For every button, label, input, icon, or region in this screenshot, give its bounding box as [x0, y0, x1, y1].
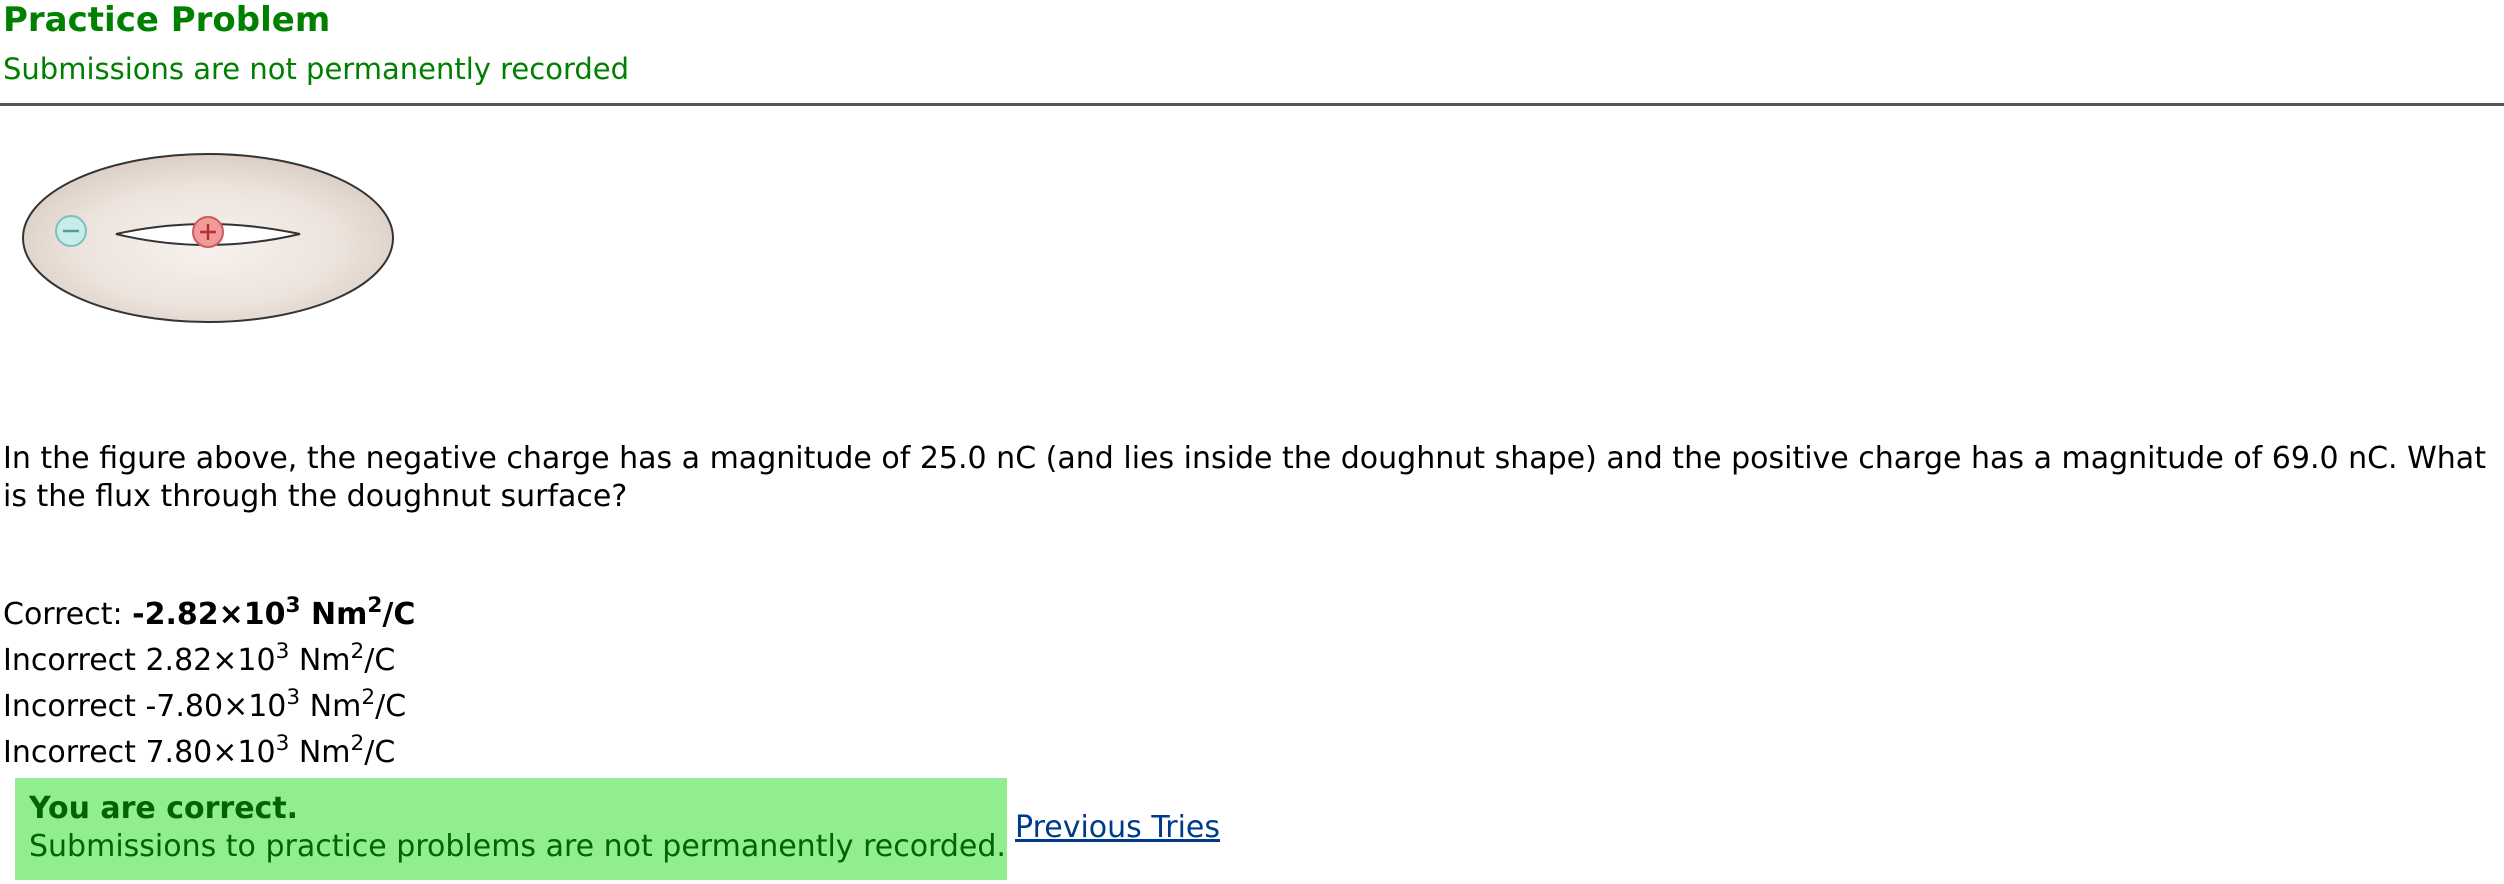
feedback-message: Submissions to practice problems are not…	[29, 829, 1006, 864]
answer-value: 7.80×103 Nm2/C	[145, 731, 396, 770]
answer-correct: Correct: -2.82×103 Nm2/C	[3, 592, 415, 638]
positive-charge-icon	[192, 216, 224, 248]
answer-incorrect: Incorrect 2.82×103 Nm2/C	[3, 638, 415, 684]
previous-tries-link[interactable]: Previous Tries	[1015, 810, 1220, 845]
answer-value: -2.82×103 Nm2/C	[132, 593, 416, 632]
submission-notice: Submissions are not permanently recorded	[3, 52, 630, 86]
feedback-heading: You are correct.	[29, 791, 299, 826]
feedback-box: You are correct. Submissions to practice…	[15, 778, 1007, 880]
doughnut-figure	[22, 153, 394, 323]
header-divider	[0, 103, 2504, 106]
answer-value: -7.80×103 Nm2/C	[145, 685, 407, 724]
answer-status: Incorrect	[3, 735, 136, 770]
answer-status: Correct:	[3, 597, 123, 632]
answer-value: 2.82×103 Nm2/C	[145, 639, 396, 678]
question-text: In the figure above, the negative charge…	[3, 441, 2486, 514]
answer-incorrect: Incorrect 7.80×103 Nm2/C	[3, 730, 415, 776]
page-title: Practice Problem	[3, 0, 331, 40]
answer-list: Correct: -2.82×103 Nm2/C Incorrect 2.82×…	[3, 592, 415, 776]
answer-incorrect: Incorrect -7.80×103 Nm2/C	[3, 684, 415, 730]
answer-status: Incorrect	[3, 643, 136, 678]
answer-status: Incorrect	[3, 689, 136, 724]
negative-charge-icon	[55, 215, 87, 247]
